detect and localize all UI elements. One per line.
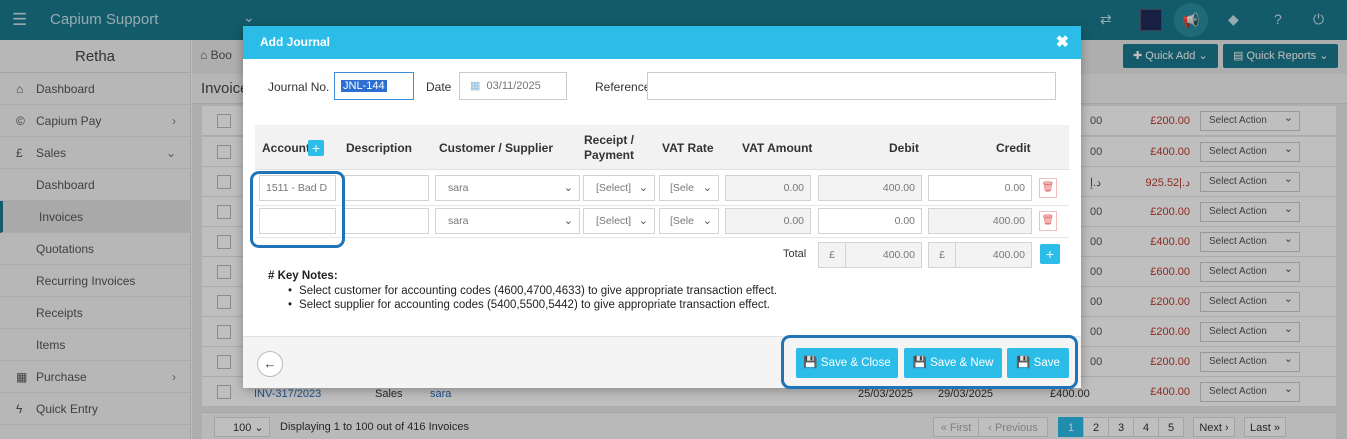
add-journal-modal: Add Journal ✖ Journal No. JNL-144 Date ▦… xyxy=(243,26,1081,388)
currency-symbol: £ xyxy=(818,242,846,268)
key-notes: # Key Notes: Select customer for account… xyxy=(268,270,777,312)
description-input[interactable] xyxy=(344,175,429,201)
note-item: Select customer for accounting codes (46… xyxy=(288,284,777,298)
date-label: Date xyxy=(426,80,452,94)
debit-input[interactable]: 400.00 xyxy=(818,175,922,201)
highlight-save-buttons xyxy=(781,335,1078,389)
col-receipt-payment: Receipt / Payment xyxy=(583,133,635,162)
description-input[interactable] xyxy=(344,208,429,234)
add-account-icon[interactable]: + xyxy=(308,140,324,156)
total-credit: 400.00 xyxy=(955,242,1032,268)
currency-symbol: £ xyxy=(928,242,956,268)
chevron-down-icon: ⌄ xyxy=(702,215,712,227)
col-customer-supplier: Customer / Supplier xyxy=(439,141,554,155)
customer-select[interactable]: sara ⌄ xyxy=(435,208,580,234)
col-credit: Credit xyxy=(996,141,1031,155)
modal-title: Add Journal xyxy=(260,35,331,49)
reference-label: Reference xyxy=(595,80,651,94)
credit-input[interactable]: 0.00 xyxy=(928,175,1032,201)
col-vat-amount: VAT Amount xyxy=(742,141,813,155)
delete-line-icon[interactable]: 🗑 xyxy=(1039,178,1057,198)
close-icon[interactable]: ✖ xyxy=(1056,26,1069,59)
add-line-icon[interactable]: + xyxy=(1040,244,1060,264)
vat-rate-select[interactable]: [Sele ⌄ xyxy=(659,175,719,201)
vat-amount-field: 0.00 xyxy=(725,175,811,201)
vat-amount-field: 0.00 xyxy=(725,208,811,234)
credit-input[interactable]: 400.00 xyxy=(928,208,1032,234)
delete-line-icon[interactable]: 🗑 xyxy=(1039,211,1057,231)
chevron-down-icon: ⌄ xyxy=(702,182,712,194)
total-debit: 400.00 xyxy=(845,242,922,268)
col-account: Account xyxy=(262,141,310,155)
chevron-down-icon: ⌄ xyxy=(563,215,573,227)
journal-table-header: Account + Description Customer / Supplie… xyxy=(255,125,1069,170)
calendar-icon: ▦ xyxy=(470,80,481,92)
journal-no-label: Journal No. xyxy=(268,80,330,94)
row-divider xyxy=(255,205,1069,206)
highlight-account-column xyxy=(250,171,345,248)
col-vat-rate: VAT Rate xyxy=(662,141,714,155)
receipt-payment-select[interactable]: [Select] ⌄ xyxy=(583,208,655,234)
modal-header: Add Journal ✖ xyxy=(243,26,1081,59)
col-debit: Debit xyxy=(889,141,919,155)
chevron-down-icon: ⌄ xyxy=(563,182,573,194)
back-arrow-icon[interactable]: ← xyxy=(257,351,283,377)
col-description: Description xyxy=(346,141,413,155)
vat-rate-select[interactable]: [Sele ⌄ xyxy=(659,208,719,234)
row-divider xyxy=(255,237,1069,238)
receipt-payment-select[interactable]: [Select] ⌄ xyxy=(583,175,655,201)
chevron-down-icon: ⌄ xyxy=(638,215,648,227)
total-label: Total xyxy=(783,248,807,260)
date-input[interactable]: ▦ 03/11/2025 xyxy=(459,72,567,100)
journal-no-input[interactable]: JNL-144 xyxy=(334,72,414,100)
customer-select[interactable]: sara ⌄ xyxy=(435,175,580,201)
note-item: Select supplier for accounting codes (54… xyxy=(288,298,777,312)
chevron-down-icon: ⌄ xyxy=(638,182,648,194)
reference-input[interactable] xyxy=(647,72,1056,100)
debit-input[interactable]: 0.00 xyxy=(818,208,922,234)
